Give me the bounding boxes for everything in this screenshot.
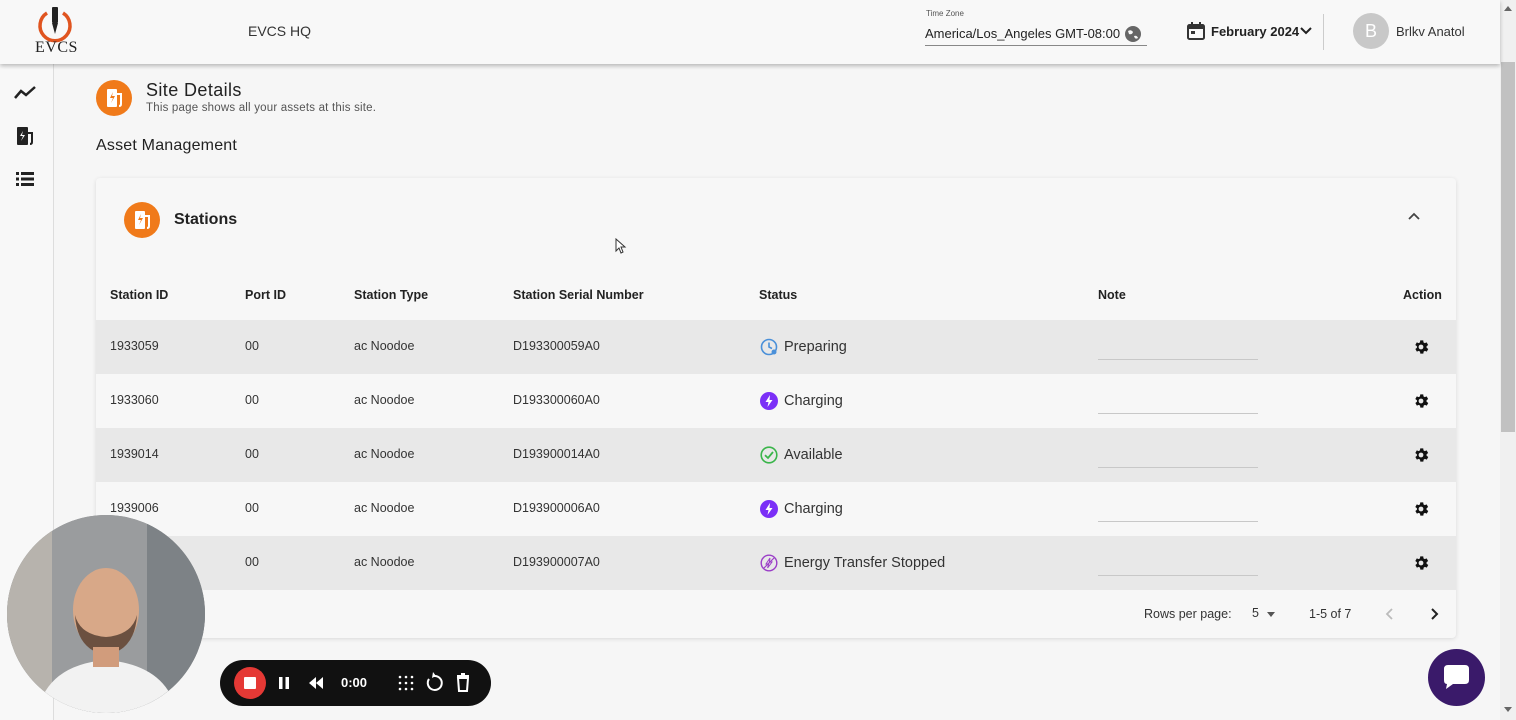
calendar-icon[interactable] xyxy=(1187,22,1205,40)
column-header-station-type[interactable]: Station Type xyxy=(354,288,428,302)
gear-icon[interactable] xyxy=(1412,500,1430,518)
scroll-up-icon[interactable] xyxy=(1504,6,1512,11)
site-name: EVCS HQ xyxy=(248,23,312,39)
table-row[interactable]: 1939006 00 ac Noodoe D193900006A0 Chargi… xyxy=(96,482,1456,536)
stations-title: Stations xyxy=(174,211,238,228)
pagination-range: 1-5 of 7 xyxy=(1309,607,1352,621)
ev-station-icon[interactable] xyxy=(14,125,36,147)
station-id-cell: 1933059 xyxy=(110,339,159,353)
chevron-down-icon[interactable] xyxy=(1300,26,1312,36)
stop-record-icon[interactable] xyxy=(234,667,266,699)
note-input[interactable] xyxy=(1098,359,1258,360)
stations-card: Stations Station ID Port ID Station Type… xyxy=(96,178,1456,638)
month-selector[interactable]: February 2024 xyxy=(1211,24,1299,39)
scroll-thumb[interactable] xyxy=(1501,62,1515,432)
serial-cell: D193900007A0 xyxy=(513,555,600,569)
column-header-port-id[interactable]: Port ID xyxy=(245,288,286,302)
caret-down-icon[interactable] xyxy=(1267,612,1275,617)
pause-icon[interactable] xyxy=(268,667,300,699)
scroll-down-icon[interactable] xyxy=(1504,707,1512,712)
station-type-cell: ac Noodoe xyxy=(354,555,415,569)
trash-icon[interactable] xyxy=(447,667,479,699)
lightning-icon xyxy=(760,392,778,410)
status-text: Charging xyxy=(784,393,843,409)
top-bar: EVCS EVCS HQ Time Zone America/Los_Angel… xyxy=(0,0,1500,64)
serial-cell: D193300059A0 xyxy=(513,339,600,353)
mouse-cursor-icon xyxy=(615,238,627,254)
chat-icon xyxy=(1444,665,1469,689)
chat-launcher-button[interactable] xyxy=(1428,649,1485,706)
list-icon[interactable] xyxy=(14,168,36,190)
gear-icon[interactable] xyxy=(1412,338,1430,356)
table-row[interactable]: 1939014 00 ac Noodoe D193900014A0 Availa… xyxy=(96,428,1456,482)
port-id-cell: 00 xyxy=(245,501,259,515)
chevron-left-icon[interactable] xyxy=(1384,607,1396,621)
table-row[interactable]: 1933059 00 ac Noodoe D193300059A0 Prepar… xyxy=(96,320,1456,374)
timezone-label: Time Zone xyxy=(926,9,964,18)
rows-per-page-select[interactable]: 5 xyxy=(1252,606,1259,620)
gear-icon[interactable] xyxy=(1412,446,1430,464)
status-text: Available xyxy=(784,447,843,463)
avatar[interactable]: B xyxy=(1353,13,1389,49)
scrollbar[interactable] xyxy=(1500,0,1516,720)
recording-time: 0:00 xyxy=(341,675,368,690)
station-type-cell: ac Noodoe xyxy=(354,447,415,461)
check-circle-icon xyxy=(760,446,778,464)
station-type-cell: ac Noodoe xyxy=(354,393,415,407)
note-input[interactable] xyxy=(1098,467,1258,468)
port-id-cell: 00 xyxy=(245,393,259,407)
section-title: Asset Management xyxy=(96,137,238,154)
restart-icon[interactable] xyxy=(418,667,450,699)
note-input[interactable] xyxy=(1098,575,1258,576)
chevron-right-icon[interactable] xyxy=(1428,607,1440,621)
site-icon xyxy=(96,80,132,116)
column-header-action: Action xyxy=(1403,288,1442,302)
station-type-cell: ac Noodoe xyxy=(354,339,415,353)
serial-cell: D193300060A0 xyxy=(513,393,600,407)
serial-cell: D193900014A0 xyxy=(513,447,600,461)
page-subtitle: This page shows all your assets at this … xyxy=(146,102,377,114)
webcam-overlay xyxy=(7,515,205,713)
stopped-icon xyxy=(760,554,778,572)
table-row[interactable]: 1933060 00 ac Noodoe D193300060A0 Chargi… xyxy=(96,374,1456,428)
status-text: Energy Transfer Stopped xyxy=(784,555,946,571)
station-type-cell: ac Noodoe xyxy=(354,501,415,515)
table-row[interactable]: 00 ac Noodoe D193900007A0 Energy Transfe… xyxy=(96,536,1456,590)
port-id-cell: 00 xyxy=(245,447,259,461)
port-id-cell: 00 xyxy=(245,339,259,353)
lightning-icon xyxy=(760,500,778,518)
clock-icon xyxy=(760,338,778,356)
column-header-status[interactable]: Status xyxy=(759,288,797,302)
station-icon xyxy=(124,202,160,238)
rewind-icon[interactable] xyxy=(300,667,332,699)
trend-chart-icon[interactable] xyxy=(14,82,36,104)
column-header-serial[interactable]: Station Serial Number xyxy=(513,288,644,302)
user-name[interactable]: Brlkv Anatol xyxy=(1396,24,1465,39)
port-id-cell: 00 xyxy=(245,555,259,569)
note-input[interactable] xyxy=(1098,521,1258,522)
serial-cell: D193900006A0 xyxy=(513,501,600,515)
rows-per-page-label: Rows per page: xyxy=(1144,607,1232,621)
status-text: Preparing xyxy=(784,339,847,355)
timezone-select[interactable]: America/Los_Angeles GMT-08:00 xyxy=(925,26,1120,41)
gear-icon[interactable] xyxy=(1412,554,1430,572)
header-divider xyxy=(1323,14,1324,50)
station-id-cell: 1939006 xyxy=(110,501,159,515)
note-input[interactable] xyxy=(1098,413,1258,414)
column-header-station-id[interactable]: Station ID xyxy=(110,288,168,302)
logo-text: EVCS xyxy=(35,39,78,56)
station-id-cell: 1933060 xyxy=(110,393,159,407)
recorder-toolbar: 0:00 xyxy=(220,660,491,706)
status-text: Charging xyxy=(784,501,843,517)
chevron-up-icon[interactable] xyxy=(1408,211,1420,221)
station-id-cell: 1939014 xyxy=(110,447,159,461)
column-header-note: Note xyxy=(1098,288,1126,302)
page-title: Site Details xyxy=(146,80,242,100)
globe-icon[interactable] xyxy=(1124,25,1142,43)
timezone-underline xyxy=(925,45,1147,46)
gear-icon[interactable] xyxy=(1412,392,1430,410)
